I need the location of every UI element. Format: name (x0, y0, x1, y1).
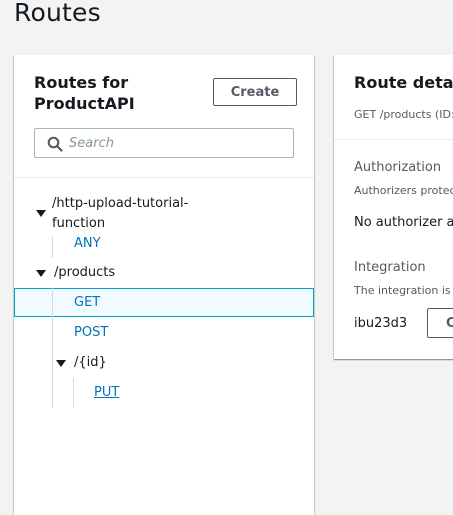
tree-guide-line (73, 378, 74, 408)
integration-description: The integration is (354, 284, 451, 297)
integration-id: ibu23d3 (354, 316, 408, 331)
authorization-description: Authorizers protec (354, 184, 453, 197)
integration-action-button[interactable]: C (427, 308, 453, 338)
routes-panel-heading: Routes for ProductAPI (34, 73, 135, 113)
upload-path-line1: /http-upload-tutorial- (52, 196, 189, 211)
tree-item-upload-path[interactable]: /http-upload-tutorial- function (52, 194, 252, 234)
search-box[interactable] (34, 128, 294, 158)
divider (334, 139, 453, 140)
authorization-value: No authorizer a (354, 215, 453, 230)
tree-guide-line (52, 236, 53, 258)
tree-item-id-put[interactable]: PUT (94, 383, 194, 403)
routes-panel: Routes for ProductAPI Create /http-uploa… (14, 55, 314, 515)
create-route-button[interactable]: Create (213, 78, 297, 106)
authorization-heading: Authorization (354, 160, 442, 175)
integration-heading: Integration (354, 260, 426, 275)
upload-path-line2: function (52, 216, 106, 231)
caret-down-icon[interactable] (36, 210, 46, 217)
route-details-subtitle: GET /products (ID: (354, 108, 453, 121)
tree-item-products[interactable]: /products (54, 263, 254, 283)
caret-down-icon[interactable] (36, 270, 46, 277)
search-icon (47, 136, 63, 152)
tree-guide-line (52, 288, 53, 408)
route-details-title: Route detail (354, 73, 453, 92)
search-input[interactable] (67, 129, 289, 157)
tree-item-upload-any[interactable]: ANY (74, 234, 194, 254)
tree-item-products-post[interactable]: POST (74, 323, 194, 343)
tree-item-products-get[interactable]: GET (74, 293, 194, 313)
tree-item-id[interactable]: /{id} (74, 353, 194, 373)
routes-panel-header: Routes for ProductAPI Create (14, 55, 314, 178)
page-title: Routes (14, 0, 101, 27)
caret-down-icon[interactable] (56, 360, 66, 367)
route-details-panel: Route detail GET /products (ID: Authoriz… (334, 55, 453, 359)
